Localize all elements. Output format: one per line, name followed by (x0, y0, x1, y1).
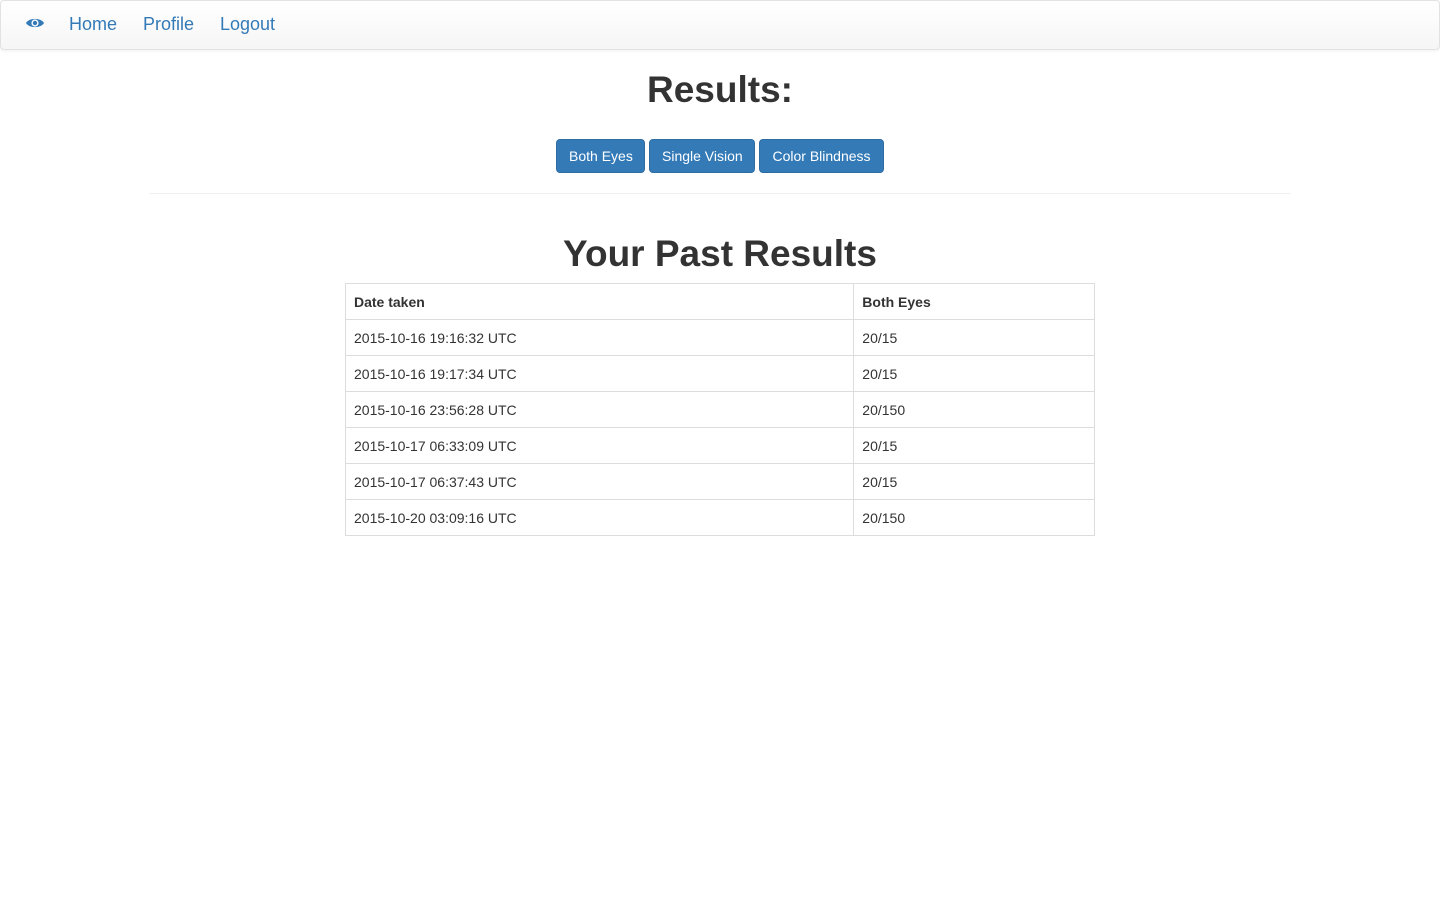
column-header-date: Date taken (344, 283, 855, 320)
table-row: 2015-10-20 03:09:16 UTC 20/150 (344, 499, 1095, 536)
both-eyes-cell: 20/150 (853, 391, 1095, 428)
table-header-row: Date taken Both Eyes (344, 283, 1095, 320)
both-eyes-cell: 20/15 (853, 319, 1095, 356)
date-cell: 2015-10-16 19:17:34 UTC (344, 355, 855, 392)
both-eyes-cell: 20/150 (853, 499, 1095, 536)
nav-profile-link[interactable]: Profile (143, 13, 194, 35)
table-row: 2015-10-17 06:33:09 UTC 20/15 (344, 427, 1095, 464)
eye-icon[interactable] (25, 13, 45, 33)
table-row: 2015-10-16 19:17:34 UTC 20/15 (344, 355, 1095, 392)
results-title: Results: (647, 69, 793, 110)
date-cell: 2015-10-17 06:37:43 UTC (344, 463, 855, 500)
both-eyes-cell: 20/15 (853, 355, 1095, 392)
both-eyes-button[interactable]: Both Eyes (556, 139, 645, 173)
past-results-table: Date taken Both Eyes 2015-10-16 19:16:32… (344, 283, 1095, 536)
navbar: Home Profile Logout (0, 0, 1440, 50)
date-cell: 2015-10-17 06:33:09 UTC (344, 427, 855, 464)
table-row: 2015-10-17 06:37:43 UTC 20/15 (344, 463, 1095, 500)
nav-logout-link[interactable]: Logout (220, 13, 275, 35)
nav-home-link[interactable]: Home (69, 13, 117, 35)
single-vision-button[interactable]: Single Vision (649, 139, 755, 173)
table-row: 2015-10-16 23:56:28 UTC 20/150 (344, 391, 1095, 428)
table-row: 2015-10-16 19:16:32 UTC 20/15 (344, 319, 1095, 356)
section-divider (150, 193, 1290, 194)
date-cell: 2015-10-16 23:56:28 UTC (344, 391, 855, 428)
result-type-button-group: Both Eyes Single Vision Color Blindness (556, 139, 884, 173)
color-blindness-button[interactable]: Color Blindness (759, 139, 884, 173)
both-eyes-cell: 20/15 (853, 463, 1095, 500)
date-cell: 2015-10-20 03:09:16 UTC (344, 499, 855, 536)
column-header-both-eyes: Both Eyes (853, 283, 1095, 320)
both-eyes-cell: 20/15 (853, 427, 1095, 464)
date-cell: 2015-10-16 19:16:32 UTC (344, 319, 855, 356)
past-results-title: Your Past Results (563, 233, 877, 274)
